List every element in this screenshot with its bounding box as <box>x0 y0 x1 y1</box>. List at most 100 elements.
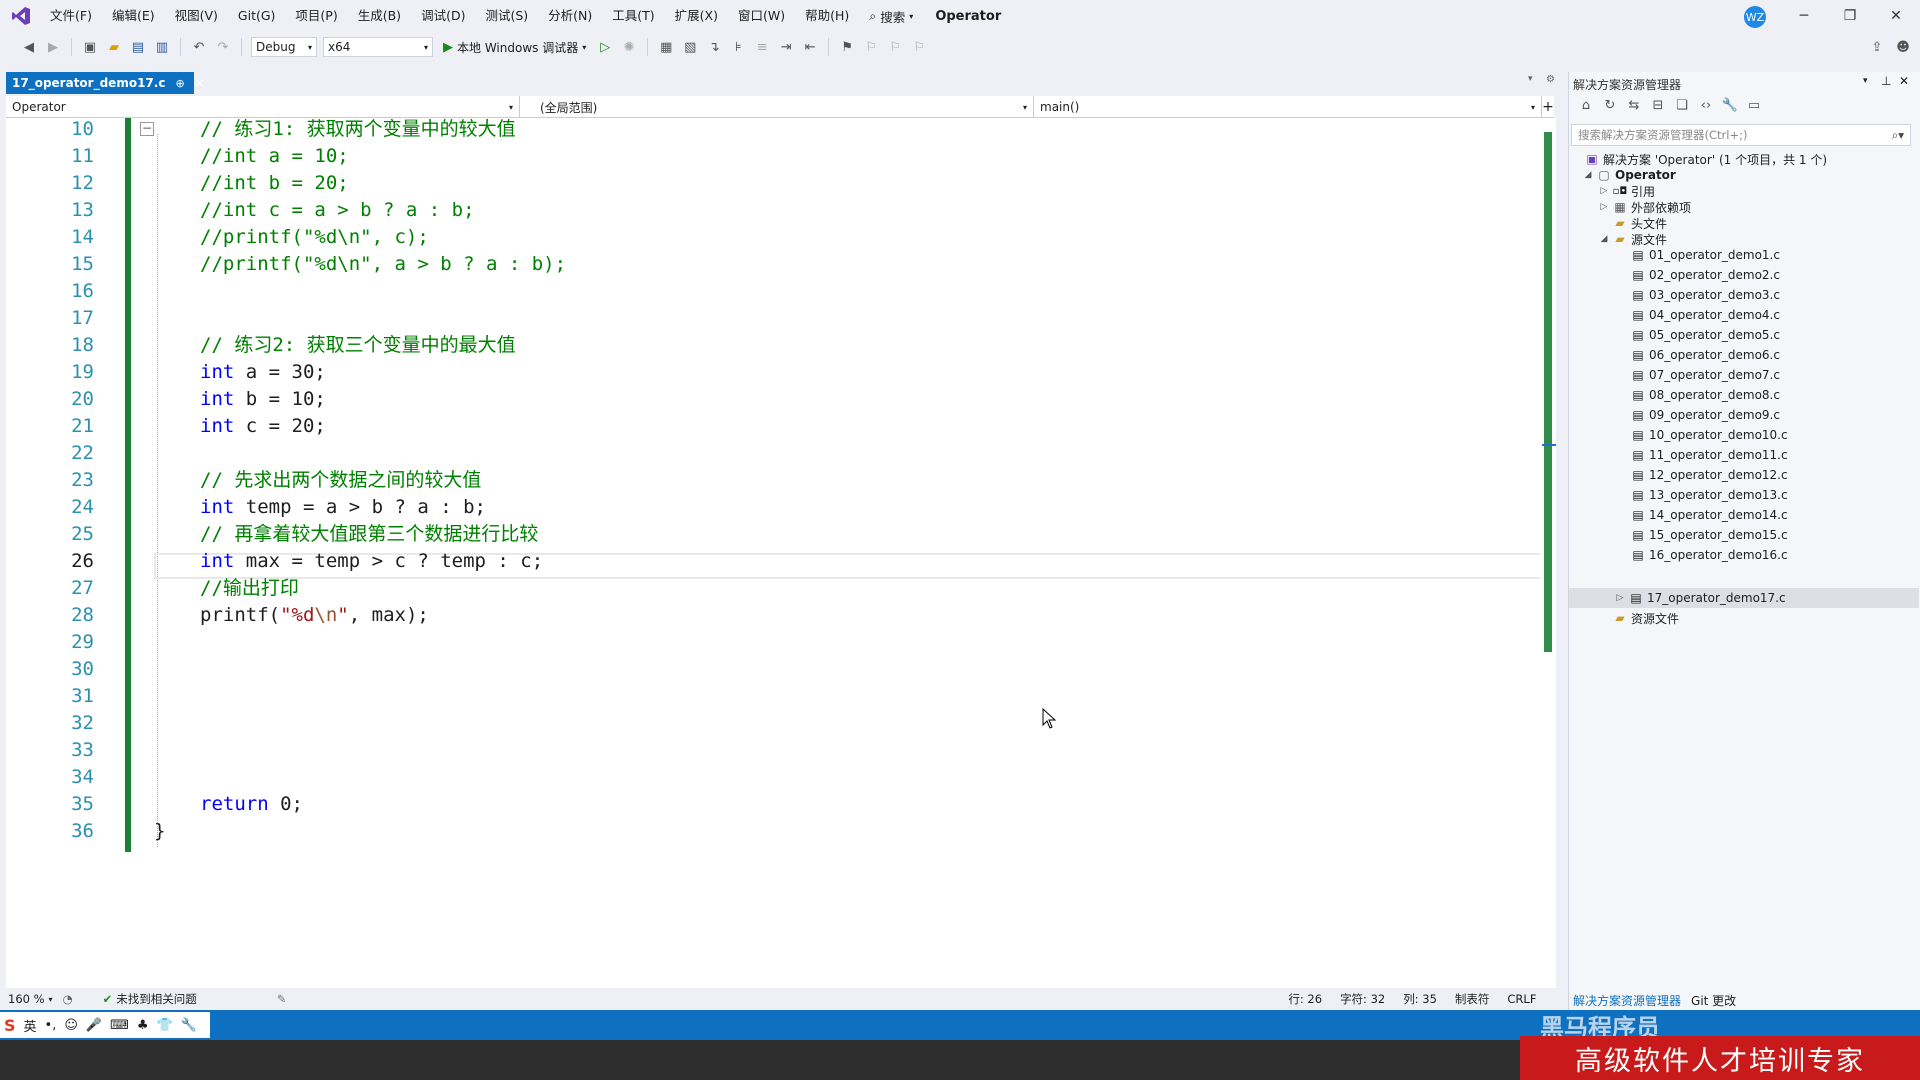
close-tab-icon[interactable]: × <box>195 76 205 90</box>
menu-extensions[interactable]: 扩展(X) <box>665 0 728 32</box>
avatar[interactable]: WZ <box>1744 6 1766 28</box>
forward-icon[interactable]: ▶ <box>44 38 62 56</box>
format-icon[interactable]: ⊧ <box>729 38 747 56</box>
punctuation-icon[interactable]: •, <box>45 1018 57 1033</box>
menu-help[interactable]: 帮助(H) <box>795 0 859 32</box>
code-editor[interactable]: 10 11 12 13 14 15 16 17 18 19 20 21 22 2… <box>6 118 1549 988</box>
menu-build[interactable]: 生成(B) <box>348 0 411 32</box>
scrollbar-change-map[interactable] <box>1544 132 1552 652</box>
zoom-level[interactable]: 160 % <box>8 992 45 1006</box>
visual-studio-logo-icon[interactable] <box>10 5 32 27</box>
platform-select[interactable]: x64 ▾ <box>323 37 433 57</box>
preview-icon[interactable]: ▭ <box>1745 96 1763 114</box>
tree-file[interactable]: ▤ 16_operator_demo16.c <box>1631 546 1787 564</box>
menu-test[interactable]: 测试(S) <box>475 0 538 32</box>
tree-file[interactable]: ▤ 14_operator_demo14.c <box>1631 506 1787 524</box>
expanded-triangle-icon[interactable]: ◢ <box>1583 170 1593 180</box>
show-all-files-icon[interactable]: ❏ <box>1673 96 1691 114</box>
tree-file[interactable]: ▤ 13_operator_demo13.c <box>1631 486 1787 504</box>
expanded-triangle-icon[interactable]: ◢ <box>1599 234 1609 244</box>
menu-edit[interactable]: 编辑(E) <box>102 0 165 32</box>
redo-icon[interactable]: ↷ <box>214 38 232 56</box>
new-project-icon[interactable]: ▣ <box>81 38 99 56</box>
scope-dropdown[interactable]: (全局范围) ▾ <box>520 96 1034 118</box>
collapsed-triangle-icon[interactable]: ▷ <box>1615 593 1625 603</box>
comment-icon[interactable]: ≡ <box>753 38 771 56</box>
wrench-icon[interactable]: 🔧 <box>181 1018 197 1033</box>
share-icon[interactable]: ⇪ <box>1868 38 1886 56</box>
emoji-icon[interactable]: ☺ <box>64 1018 78 1033</box>
save-all-icon[interactable]: ▥ <box>153 38 171 56</box>
tree-file[interactable]: ▤ 04_operator_demo4.c <box>1631 306 1780 324</box>
function-dropdown[interactable]: main() ▾ <box>1034 96 1542 118</box>
menu-project[interactable]: 项目(P) <box>285 0 347 32</box>
restore-icon[interactable]: ❐ <box>1828 0 1872 32</box>
bookmark-icon[interactable]: ⚑ <box>838 38 856 56</box>
properties-wrench-icon[interactable]: 🔧 <box>1721 96 1739 114</box>
tree-file[interactable]: ▤ 03_operator_demo3.c <box>1631 286 1780 304</box>
panel-menu-icon[interactable]: ▾ <box>1863 76 1868 86</box>
microphone-icon[interactable]: 🎤 <box>86 1018 102 1033</box>
tab-solution-explorer[interactable]: 解决方案资源管理器 <box>1573 992 1681 1009</box>
split-editor-icon[interactable]: + <box>1542 96 1554 117</box>
back-icon[interactable]: ◀ <box>20 38 38 56</box>
project-dropdown[interactable]: Operator ▾ <box>6 96 520 118</box>
menu-window[interactable]: 窗口(W) <box>728 0 795 32</box>
tree-file[interactable]: ▤ 12_operator_demo12.c <box>1631 466 1787 484</box>
undo-icon[interactable]: ↶ <box>190 38 208 56</box>
collapsed-triangle-icon[interactable]: ▷ <box>1599 202 1609 212</box>
menu-file[interactable]: 文件(F) <box>40 0 102 32</box>
shirt-icon[interactable]: 👕 <box>157 1018 173 1033</box>
indent-mode[interactable]: 制表符 <box>1455 991 1490 1007</box>
hot-reload-icon[interactable]: ✺ <box>620 38 638 56</box>
close-panel-icon[interactable]: ✕ <box>1899 74 1909 88</box>
tree-file[interactable]: ▤ 02_operator_demo2.c <box>1631 266 1780 284</box>
chevron-down-icon[interactable]: ▾ <box>49 995 53 1004</box>
skin-icon[interactable]: ♣ <box>137 1018 149 1033</box>
tree-file[interactable]: ▤ 10_operator_demo10.c <box>1631 426 1787 444</box>
health-icon[interactable]: ◔ <box>63 992 73 1006</box>
tab-document[interactable]: 17_operator_demo17.c ⊕ × <box>6 72 205 94</box>
clear-bookmarks-icon[interactable]: ⚐ <box>910 38 928 56</box>
tree-file[interactable]: ▤ 08_operator_demo8.c <box>1631 386 1780 404</box>
tree-file[interactable]: ▤ 01_operator_demo1.c <box>1631 246 1780 264</box>
menu-debug[interactable]: 调试(D) <box>411 0 475 32</box>
collapse-all-icon[interactable]: ⊟ <box>1649 96 1667 114</box>
menu-analyze[interactable]: 分析(N) <box>538 0 602 32</box>
start-debugging-button[interactable]: ▶ 本地 Windows 调试器 ▾ <box>439 39 590 56</box>
indent-icon[interactable]: ⇥ <box>777 38 795 56</box>
tree-file[interactable]: ▤ 09_operator_demo9.c <box>1631 406 1780 424</box>
feedback-icon[interactable]: ☻ <box>1894 38 1912 56</box>
code-view-icon[interactable]: ‹› <box>1697 96 1715 114</box>
pin-icon[interactable]: ⊕ <box>175 77 184 90</box>
brush-icon[interactable]: ✎ <box>277 992 287 1006</box>
close-window-icon[interactable]: ✕ <box>1874 0 1918 32</box>
collapse-icon[interactable]: − <box>140 122 154 136</box>
menu-tools[interactable]: 工具(T) <box>602 0 664 32</box>
menu-git[interactable]: Git(G) <box>228 0 286 32</box>
pin-panel-icon[interactable]: ⊥ <box>1881 74 1891 88</box>
tab-list-dropdown-icon[interactable]: ▾ <box>1528 74 1533 84</box>
prev-bookmark-icon[interactable]: ⚐ <box>862 38 880 56</box>
home-icon[interactable]: ⌂ <box>1577 96 1595 114</box>
ime-language[interactable]: 英 <box>24 1016 37 1035</box>
open-file-icon[interactable]: ▰ <box>105 38 123 56</box>
vertical-scrollbar[interactable] <box>1540 118 1556 988</box>
window-layout-icon[interactable]: ▧ <box>681 38 699 56</box>
minimize-icon[interactable]: ─ <box>1782 0 1826 32</box>
start-without-debugging-icon[interactable]: ▷ <box>596 38 614 56</box>
solution-search-input[interactable]: 搜索解决方案资源管理器(Ctrl+;) ⌕▾ <box>1571 124 1911 146</box>
search-button[interactable]: ⌕ 搜索 ▾ <box>859 7 923 26</box>
menu-view[interactable]: 视图(V) <box>165 0 228 32</box>
configuration-select[interactable]: Debug ▾ <box>251 37 317 57</box>
tree-file[interactable]: ▤ 15_operator_demo15.c <box>1631 526 1787 544</box>
step-icon[interactable]: ↴ <box>705 38 723 56</box>
tree-file[interactable]: ▤ 07_operator_demo7.c <box>1631 366 1780 384</box>
keyboard-icon[interactable]: ⌨ <box>110 1018 129 1033</box>
settings-gear-icon[interactable]: ⚙ <box>1546 74 1555 85</box>
line-ending[interactable]: CRLF <box>1507 992 1536 1006</box>
tree-file[interactable]: ▤ 11_operator_demo11.c <box>1631 446 1787 464</box>
ime-logo-icon[interactable]: S <box>4 1016 16 1035</box>
history-icon[interactable]: ↻ <box>1601 96 1619 114</box>
issues-status[interactable]: 未找到相关问题 <box>116 991 197 1007</box>
